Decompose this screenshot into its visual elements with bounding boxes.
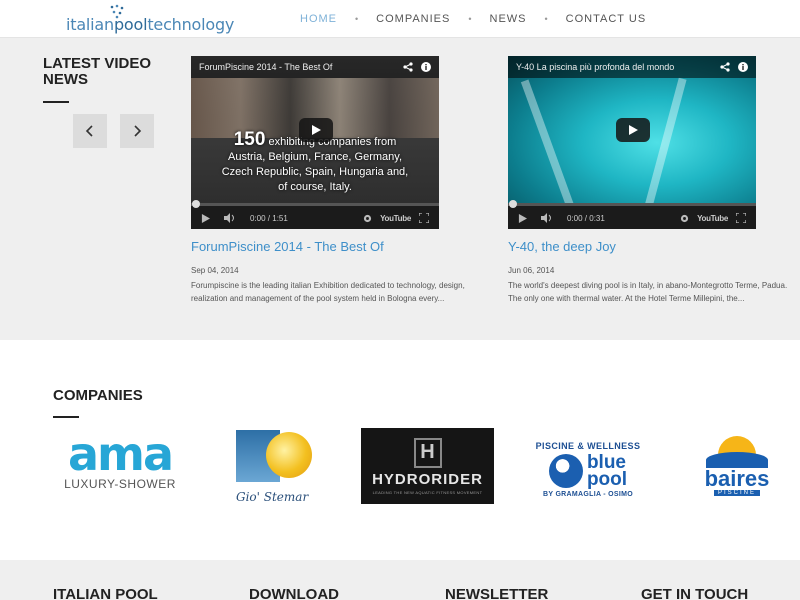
footer-title-newsletter: NEWSLETTER [445, 586, 549, 600]
youtube-logo[interactable]: YouTube [380, 214, 411, 223]
settings-icon[interactable] [363, 214, 372, 223]
fullscreen-icon[interactable] [419, 213, 429, 223]
volume-icon[interactable] [224, 213, 236, 223]
video-title-link[interactable]: ForumPiscine 2014 - The Best Of [191, 239, 439, 254]
hydrorider-wordmark: HYDRORIDER [372, 470, 483, 488]
nav-contact-us[interactable]: CONTACT US [566, 13, 647, 25]
ama-wordmark: ama [67, 426, 174, 481]
video-card: ForumPiscine 2014 - The Best Of 150 exhi… [191, 56, 465, 305]
video-date: Jun 06, 2014 [508, 266, 555, 275]
latest-video-news-title: LATEST VIDEO NEWS [43, 55, 152, 88]
main-nav: HOME • COMPANIES • NEWS • CONTACT US [300, 0, 646, 38]
company-logo-baires[interactable]: baires PISCINE [703, 428, 771, 500]
share-icon[interactable] [403, 62, 413, 72]
nav-separator: • [468, 14, 472, 24]
fullscreen-icon[interactable] [736, 213, 746, 223]
video-time: 0:00 / 1:51 [250, 213, 288, 223]
title-underline [53, 416, 79, 418]
footer-title-italian-pool: ITALIAN POOL [53, 586, 158, 600]
info-icon[interactable] [421, 62, 431, 72]
progress-handle[interactable] [192, 200, 200, 208]
logo-dots-icon [110, 4, 124, 19]
blue-pool-ball-icon [548, 453, 583, 488]
player-controls: 0:00 / 1:51 YouTube [191, 200, 439, 229]
play-icon [312, 125, 321, 135]
carousel-prev-button[interactable] [73, 114, 107, 148]
share-icon[interactable] [720, 62, 730, 72]
footer-title-download: DOWNLOAD [249, 586, 339, 600]
play-button[interactable] [299, 118, 333, 142]
nav-companies[interactable]: COMPANIES [376, 13, 450, 25]
company-logo-gio-stemar[interactable]: Gio' Stemar [236, 428, 312, 506]
company-logo-ama[interactable]: ama LUXURY-SHOWER [54, 428, 186, 496]
blue-pool-bottom-text: BY GRAMAGLIA - OSIMO [543, 490, 633, 498]
video-time: 0:00 / 0:31 [567, 213, 605, 223]
info-icon[interactable] [738, 62, 748, 72]
chevron-right-icon [134, 125, 142, 137]
player-controls: 0:00 / 0:31 YouTube [508, 200, 756, 229]
site-logo[interactable]: italianpooltechnology [66, 3, 234, 35]
nav-news[interactable]: NEWS [490, 13, 527, 25]
site-header: italianpooltechnology HOME • COMPANIES •… [0, 0, 800, 38]
baires-sun-wave-icon [706, 432, 768, 468]
play-icon [629, 125, 638, 135]
chevron-left-icon [85, 125, 93, 137]
companies-title: COMPANIES [53, 387, 143, 404]
video-player[interactable]: Y-40 La piscina più profonda del mondo 0… [508, 56, 756, 229]
video-title-link[interactable]: Y-40, the deep Joy [508, 239, 756, 254]
blue-pool-top-text: PISCINE & WELLNESS [535, 440, 641, 451]
progress-handle[interactable] [509, 200, 517, 208]
video-player[interactable]: ForumPiscine 2014 - The Best Of 150 exhi… [191, 56, 439, 229]
volume-icon[interactable] [541, 213, 553, 223]
player-title-bar: ForumPiscine 2014 - The Best Of [191, 56, 439, 78]
progress-bar[interactable] [191, 200, 439, 208]
player-title[interactable]: Y-40 La piscina più profonda del mondo [516, 62, 712, 72]
player-title-bar: Y-40 La piscina più profonda del mondo [508, 56, 756, 78]
hydrorider-tagline: LEADING THE NEW AQUATIC FITNESS MOVEMENT [372, 489, 483, 495]
site-footer: ITALIAN POOL DOWNLOAD NEWSLETTER GET IN … [0, 560, 800, 600]
gio-stemar-sun-icon [236, 430, 312, 488]
ama-tagline: LUXURY-SHOWER [64, 476, 176, 491]
video-description: The world's deepest diving pool is in It… [508, 281, 788, 303]
youtube-logo[interactable]: YouTube [697, 214, 728, 223]
carousel-next-button[interactable] [120, 114, 154, 148]
progress-bar[interactable] [508, 200, 756, 208]
hydrorider-h-icon: H [413, 437, 442, 468]
company-logo-blue-pool[interactable]: PISCINE & WELLNESS blue pool BY GRAMAGLI… [532, 428, 644, 510]
logo-text: italianpooltechnology [66, 15, 235, 34]
play-icon[interactable] [201, 213, 210, 223]
play-icon[interactable] [518, 213, 527, 223]
play-button[interactable] [616, 118, 650, 142]
nav-separator: • [355, 14, 359, 24]
settings-icon[interactable] [680, 214, 689, 223]
footer-title-get-in-touch: GET IN TOUCH [641, 586, 749, 600]
baires-wordmark: baires [704, 466, 770, 491]
video-card: Y-40 La piscina più profonda del mondo 0… [508, 56, 787, 305]
latest-video-news-section: LATEST VIDEO NEWS ForumPiscine 2014 - Th… [0, 38, 800, 340]
player-title[interactable]: ForumPiscine 2014 - The Best Of [199, 62, 395, 72]
video-date: Sep 04, 2014 [191, 266, 239, 275]
baires-tagline: PISCINE [713, 490, 760, 496]
company-logo-hydrorider[interactable]: H HYDRORIDER LEADING THE NEW AQUATIC FIT… [361, 428, 494, 504]
gio-stemar-wordmark: Gio' Stemar [236, 490, 309, 504]
nav-separator: • [544, 14, 548, 24]
title-underline [43, 101, 69, 103]
blue-pool-wordmark: blue pool [586, 451, 628, 490]
nav-home[interactable]: HOME [300, 13, 337, 25]
video-description: Forumpiscine is the leading italian Exhi… [191, 281, 465, 303]
